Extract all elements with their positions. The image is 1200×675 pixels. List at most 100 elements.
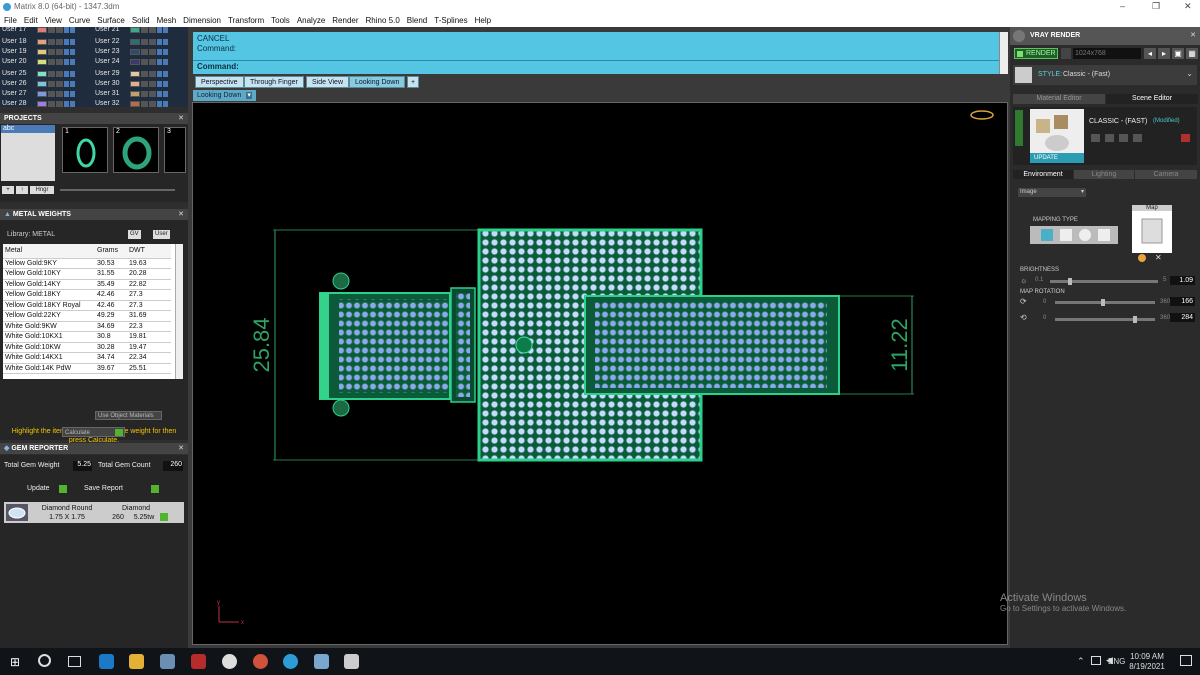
mapping-sphere-icon[interactable] [1079, 229, 1091, 241]
layer-lock-icon[interactable] [70, 48, 75, 55]
copy-icon[interactable] [1119, 134, 1128, 142]
search-icon[interactable] [38, 654, 51, 667]
layer-visibility-icon[interactable] [149, 48, 156, 55]
layer-lock-icon[interactable] [157, 80, 162, 87]
matrix-app-icon[interactable] [344, 654, 359, 669]
layer-color-swatch[interactable] [130, 70, 140, 77]
layer-row[interactable]: User 18 [2, 37, 75, 46]
command-input[interactable]: Command: [193, 60, 999, 72]
layer-row[interactable]: User 24 [95, 57, 168, 66]
layer-color-swatch[interactable] [130, 58, 140, 65]
resolution-field[interactable]: 1024x768 [1073, 48, 1141, 59]
file-explorer-icon[interactable] [129, 654, 144, 669]
layer-color-swatch[interactable] [130, 26, 140, 33]
menu-surface[interactable]: Surface [97, 16, 125, 25]
fullscreen-icon[interactable]: ▣ [1172, 48, 1184, 59]
rotation2-value[interactable]: 284 [1170, 313, 1195, 322]
task-view-icon[interactable] [68, 656, 81, 667]
layer-lock-icon[interactable] [64, 58, 69, 65]
tab-lighting[interactable]: Lighting [1074, 170, 1134, 179]
update-preview-button[interactable]: UPDATE [1030, 153, 1084, 163]
layer-visibility-icon[interactable] [48, 48, 55, 55]
table-row[interactable]: White Gold:10KW 30.28 19.47 [3, 342, 171, 353]
app-icon-1[interactable] [160, 654, 175, 669]
layer-row[interactable]: User 29 [95, 69, 168, 78]
calculate-button[interactable]: Calculate [62, 427, 125, 437]
tab-looking-down[interactable]: Looking Down [349, 76, 406, 88]
layer-visibility-icon[interactable] [56, 70, 63, 77]
environment-type-select[interactable]: Image ▾ [1018, 188, 1086, 197]
table-row[interactable]: Yellow Gold:10KY 31.55 20.28 [3, 268, 171, 280]
chrome-icon[interactable] [253, 654, 268, 669]
layer-color-swatch[interactable] [37, 100, 47, 107]
layer-lock-icon[interactable] [70, 80, 75, 87]
layer-lock-icon[interactable] [163, 38, 168, 45]
save-icon[interactable] [1091, 134, 1100, 142]
layer-row[interactable]: User 27 [2, 89, 75, 98]
mapping-cube-icon[interactable] [1060, 229, 1072, 241]
rotation1-value[interactable]: 166 [1170, 297, 1195, 306]
gem-row[interactable]: Diamond Round 1.75 X 1.75 Diamond 260 5.… [4, 502, 184, 523]
map-color-icon[interactable] [1138, 254, 1146, 262]
layer-lock-icon[interactable] [157, 90, 162, 97]
layer-lock-icon[interactable] [70, 70, 75, 77]
up-project-button[interactable]: ↑ [16, 186, 28, 194]
layer-visibility-icon[interactable] [141, 48, 148, 55]
close-icon[interactable]: ✕ [178, 443, 184, 454]
camera-icon[interactable] [1061, 48, 1071, 59]
layer-lock-icon[interactable] [64, 70, 69, 77]
hinge-button[interactable]: Hngr [30, 186, 54, 194]
rotation1-knob[interactable] [1101, 299, 1105, 306]
layer-lock-icon[interactable] [163, 48, 168, 55]
rotation1-slider[interactable] [1055, 299, 1155, 306]
style-row[interactable]: STYLE: Classic - (Fast) ⌄ [1013, 65, 1197, 85]
layer-row[interactable]: User 19 [2, 47, 75, 56]
rotation2-slider[interactable] [1055, 316, 1155, 323]
layer-lock-icon[interactable] [157, 58, 162, 65]
command-area[interactable]: CANCEL Command: Command: [193, 32, 1008, 74]
clock[interactable]: 10:09 AM 8/19/2021 [1125, 652, 1169, 672]
folder-icon[interactable] [1105, 134, 1114, 142]
gv-toggle[interactable]: GV [128, 230, 141, 239]
layer-lock-icon[interactable] [64, 80, 69, 87]
project-thumb-1[interactable]: 1 [62, 127, 108, 173]
layer-visibility-icon[interactable] [141, 100, 148, 107]
layer-visibility-icon[interactable] [56, 58, 63, 65]
project-item[interactable]: abc [1, 125, 55, 133]
table-row[interactable]: Yellow Gold:18KY 42.46 27.3 [3, 289, 171, 301]
mapping-plane-icon[interactable] [1041, 229, 1053, 241]
tab-side-view[interactable]: Side View [306, 76, 350, 88]
chevron-down-icon[interactable]: ⌄ [1186, 69, 1193, 78]
menu-tsplines[interactable]: T-Splines [434, 16, 467, 25]
rotation2-knob[interactable] [1133, 316, 1137, 323]
save-report-button[interactable]: Save Report [84, 485, 123, 492]
tab-material-editor[interactable]: Material Editor [1013, 94, 1105, 104]
layer-visibility-icon[interactable] [48, 38, 55, 45]
layer-lock-icon[interactable] [64, 48, 69, 55]
add-viewport-button[interactable]: + [407, 76, 420, 88]
project-thumb-3[interactable]: 3 [164, 127, 186, 173]
layer-visibility-icon[interactable] [48, 58, 55, 65]
app-icon-5[interactable] [314, 654, 329, 669]
windows-start-icon[interactable]: ⊞ [10, 655, 20, 669]
compass-icon[interactable] [970, 110, 994, 120]
save-report-go-icon[interactable] [151, 485, 159, 493]
command-scrollbar[interactable] [999, 32, 1008, 74]
layer-lock-icon[interactable] [157, 48, 162, 55]
projects-scrollbar[interactable] [60, 189, 175, 191]
viewport-label[interactable]: Looking Down ▾ [193, 90, 256, 101]
layer-lock-icon[interactable] [70, 26, 75, 33]
layer-visibility-icon[interactable] [56, 90, 63, 97]
close-icon[interactable]: ✕ [178, 209, 184, 220]
layer-lock-icon[interactable] [70, 38, 75, 45]
layer-lock-icon[interactable] [64, 100, 69, 107]
viewport-looking-down[interactable]: 25.84 11.22 y x [192, 102, 1008, 645]
layer-color-swatch[interactable] [130, 38, 140, 45]
layer-row[interactable]: User 28 [2, 99, 75, 108]
layer-visibility-icon[interactable] [56, 80, 63, 87]
app-icon-3[interactable] [222, 654, 237, 669]
layer-lock-icon[interactable] [157, 38, 162, 45]
layer-row[interactable]: User 20 [2, 57, 75, 66]
layer-visibility-icon[interactable] [141, 80, 148, 87]
layer-lock-icon[interactable] [64, 26, 69, 33]
